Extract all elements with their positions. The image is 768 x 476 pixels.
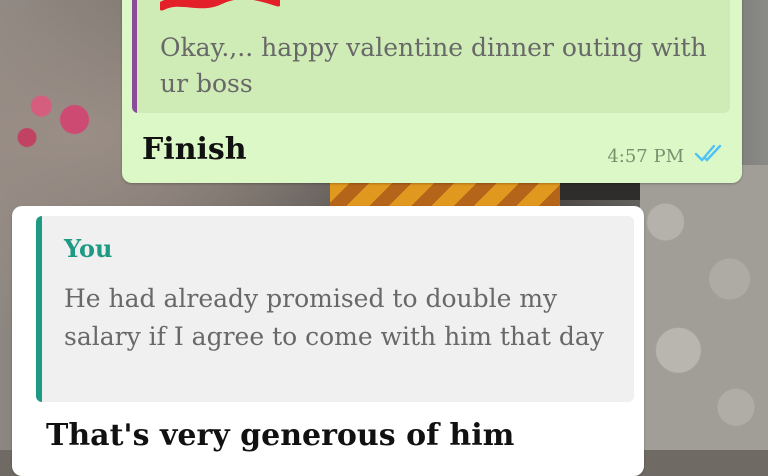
background-pavement (640, 165, 768, 450)
quoted-message-text: Okay.,.. happy valentine dinner outing w… (160, 33, 707, 98)
quote-bar (36, 216, 42, 402)
message-text: That's very generous of him (46, 418, 515, 453)
quoted-message-outgoing[interactable]: Okay.,.. happy valentine dinner outing w… (132, 0, 730, 113)
message-timestamp: 4:57 PM (607, 146, 684, 167)
background-flowers (8, 70, 103, 160)
quoted-sender-name: You (64, 234, 113, 263)
message-text: Finish (142, 132, 247, 167)
outgoing-message-bubble[interactable]: Okay.,.. happy valentine dinner outing w… (122, 0, 742, 183)
double-check-icon (694, 144, 722, 162)
quoted-message-text: He had already promised to double my sal… (64, 284, 604, 351)
quoted-message-incoming[interactable]: You He had already promised to double my… (36, 216, 634, 402)
incoming-message-bubble[interactable]: You He had already promised to double my… (12, 206, 644, 476)
quote-bar (132, 0, 137, 113)
red-scribble-redaction (160, 0, 280, 11)
